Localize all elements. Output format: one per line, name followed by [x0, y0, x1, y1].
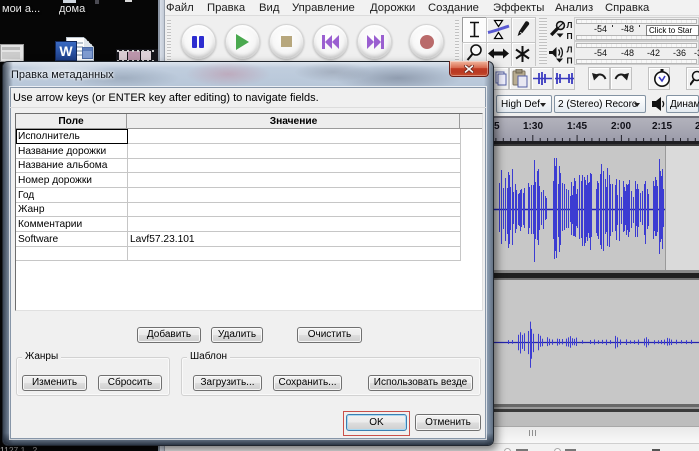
svg-text:П: П [567, 31, 573, 40]
svg-text:Л: Л [567, 45, 573, 55]
svg-text:П: П [567, 56, 573, 66]
svg-text:Л: Л [567, 20, 573, 30]
